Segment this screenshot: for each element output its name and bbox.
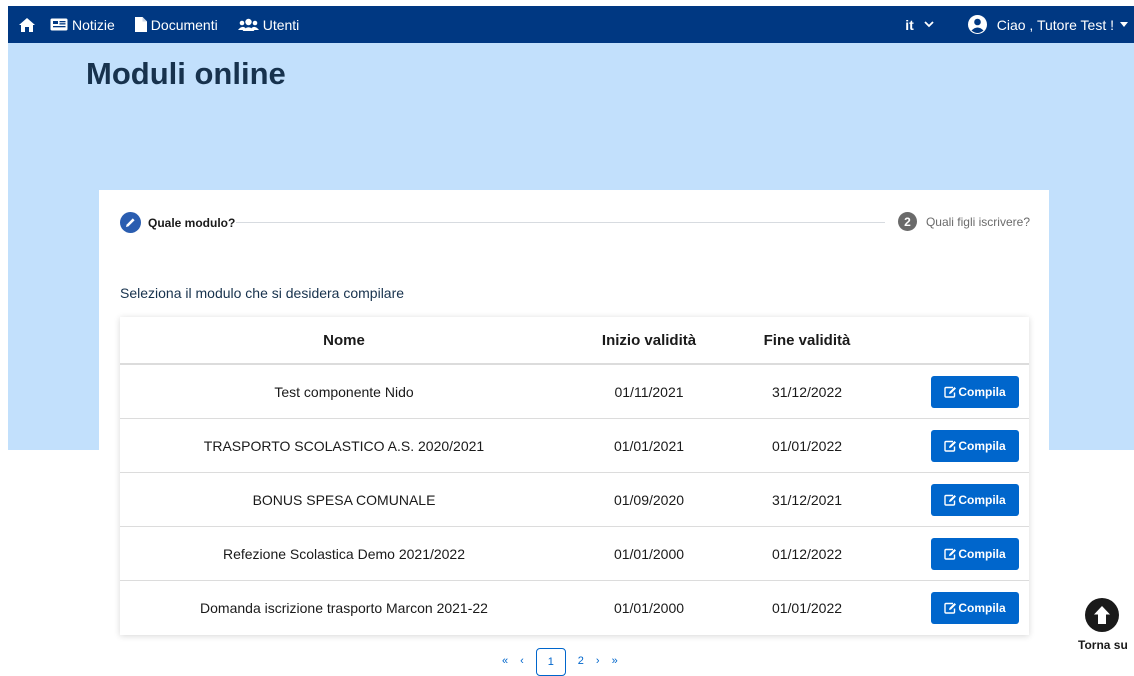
table-row: TRASPORTO SCOLASTICO A.S. 2020/2021 01/0… bbox=[120, 419, 1029, 473]
table-row: BONUS SPESA COMUNALE 01/09/2020 31/12/20… bbox=[120, 473, 1029, 527]
stepper-connector bbox=[236, 222, 885, 223]
language-value: it bbox=[905, 16, 914, 33]
cell-start: 01/01/2000 bbox=[613, 600, 685, 616]
cell-start: 01/01/2000 bbox=[613, 545, 685, 562]
instruction-text: Seleziona il modulo che si desidera comp… bbox=[120, 285, 405, 301]
cell-end: 31/12/2021 bbox=[771, 491, 843, 508]
page-1-button[interactable]: 1 bbox=[535, 648, 566, 676]
cell-name: Test componente Nido bbox=[274, 383, 414, 400]
nav-item-notizie[interactable]: Notizie bbox=[50, 6, 115, 43]
caret-down-icon bbox=[1120, 22, 1128, 27]
cell-end: 01/01/2022 bbox=[771, 600, 843, 616]
nav-item-utenti[interactable]: Utenti bbox=[237, 6, 300, 43]
last-page-button[interactable]: » bbox=[612, 655, 618, 667]
user-menu[interactable]: Ciao , Tutore Test ! bbox=[967, 15, 1128, 34]
step-2-label: Quali figli iscrivere? bbox=[925, 214, 1030, 229]
step-2: 2 Quali figli iscrivere? bbox=[897, 212, 1030, 231]
cell-end: 31/12/2022 bbox=[771, 383, 843, 400]
table-row: Domanda iscrizione trasporto Marcon 2021… bbox=[120, 581, 1029, 635]
top-navbar: Notizie Documenti Utenti it Ciao , Tutor… bbox=[0, 0, 1134, 43]
nav-item-label: Utenti bbox=[262, 16, 300, 33]
nav-item-label: Documenti bbox=[150, 16, 218, 33]
page-title: Moduli online bbox=[86, 56, 286, 91]
chevron-down-icon bbox=[924, 21, 934, 28]
header-start: Inizio validità bbox=[601, 331, 697, 349]
cell-end: 01/12/2022 bbox=[771, 545, 843, 562]
page-2-button[interactable]: 2 bbox=[578, 655, 584, 667]
edit-icon bbox=[944, 386, 957, 398]
forms-table: Nome Inizio validità Fine validità Test … bbox=[120, 317, 1029, 635]
prev-page-button[interactable]: ‹ bbox=[520, 655, 524, 667]
compila-label: Compila bbox=[958, 546, 1006, 561]
nav-item-label: Notizie bbox=[72, 16, 115, 33]
compila-button[interactable]: Compila bbox=[931, 483, 1019, 516]
edit-icon bbox=[944, 548, 957, 560]
pagination: « ‹ 1 2 › » bbox=[496, 648, 624, 676]
user-avatar-icon bbox=[967, 15, 987, 34]
cell-end: 01/01/2022 bbox=[771, 437, 843, 454]
cell-start: 01/11/2021 bbox=[614, 383, 684, 400]
newspaper-icon bbox=[50, 18, 68, 31]
compila-button[interactable]: Compila bbox=[931, 375, 1019, 408]
header-end: Fine validità bbox=[763, 331, 851, 349]
table-row: Test componente Nido 01/11/2021 31/12/20… bbox=[120, 365, 1029, 419]
arrow-up-icon bbox=[1085, 598, 1119, 632]
navbar-bar: Notizie Documenti Utenti it Ciao , Tutor… bbox=[8, 6, 1134, 43]
cell-name: Refezione Scolastica Demo 2021/2022 bbox=[222, 545, 466, 562]
back-to-top-button[interactable]: Torna su bbox=[1078, 598, 1128, 652]
compila-button[interactable]: Compila bbox=[931, 429, 1019, 462]
home-icon bbox=[19, 17, 35, 32]
pencil-icon bbox=[120, 212, 141, 233]
compila-button[interactable]: Compila bbox=[931, 537, 1019, 570]
home-link[interactable] bbox=[10, 6, 44, 43]
edit-icon bbox=[944, 602, 957, 614]
compila-label: Compila bbox=[958, 492, 1006, 507]
compila-label: Compila bbox=[958, 601, 1006, 615]
cell-name: Domanda iscrizione trasporto Marcon 2021… bbox=[200, 600, 488, 616]
edit-icon bbox=[944, 494, 957, 506]
nav-item-documenti[interactable]: Documenti bbox=[134, 6, 218, 43]
next-page-button[interactable]: › bbox=[596, 655, 600, 667]
step-2-number: 2 bbox=[897, 212, 917, 231]
back-to-top-label: Torna su bbox=[1078, 638, 1128, 652]
step-1: Quale modulo? bbox=[120, 212, 235, 233]
compila-label: Compila bbox=[958, 438, 1006, 453]
first-page-button[interactable]: « bbox=[502, 655, 508, 667]
stepper: Quale modulo? 2 Quali figli iscrivere? bbox=[120, 212, 1030, 234]
table-row: Refezione Scolastica Demo 2021/2022 01/0… bbox=[120, 527, 1029, 581]
compila-label: Compila bbox=[958, 384, 1006, 399]
users-icon bbox=[237, 18, 259, 32]
file-icon bbox=[134, 17, 147, 32]
language-selector[interactable]: it bbox=[905, 17, 934, 33]
compila-button[interactable]: Compila bbox=[931, 592, 1019, 624]
user-greeting: Ciao , Tutore Test ! bbox=[996, 16, 1114, 33]
table-header: Nome Inizio validità Fine validità bbox=[120, 317, 1029, 365]
cell-name: TRASPORTO SCOLASTICO A.S. 2020/2021 bbox=[203, 437, 485, 454]
header-name: Nome bbox=[323, 331, 365, 349]
cell-start: 01/01/2021 bbox=[613, 437, 685, 454]
cell-start: 01/09/2020 bbox=[613, 491, 685, 508]
edit-icon bbox=[944, 440, 957, 452]
step-1-label: Quale modulo? bbox=[148, 215, 236, 230]
cell-name: BONUS SPESA COMUNALE bbox=[252, 491, 436, 508]
